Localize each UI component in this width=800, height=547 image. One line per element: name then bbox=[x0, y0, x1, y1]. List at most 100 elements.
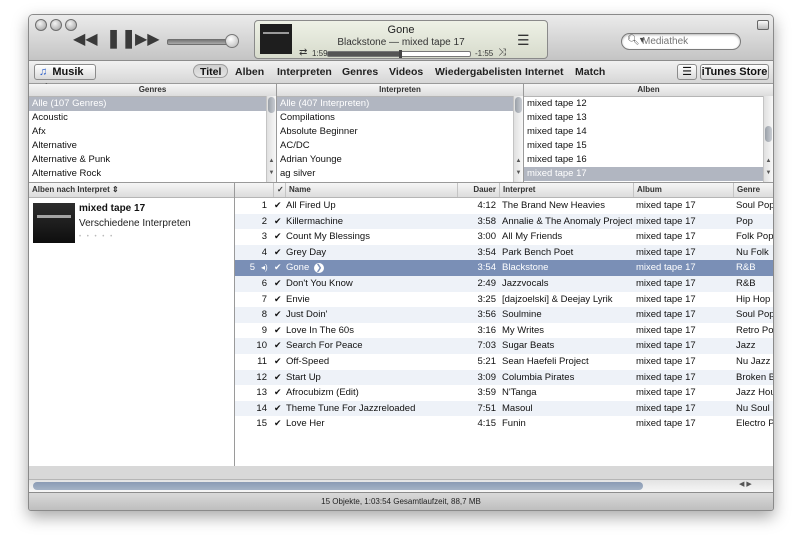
track-checkbox[interactable]: ✔ bbox=[274, 198, 284, 214]
column-header-check[interactable]: ✓ bbox=[273, 183, 285, 197]
scroll-down-arrow-icon[interactable]: ▼ bbox=[514, 170, 523, 176]
scroll-up-arrow-icon[interactable]: ▲ bbox=[267, 158, 276, 164]
table-row[interactable]: ✔ 15 Love Her 4:15 Funin mixed tape 17 Electro… bbox=[235, 416, 773, 432]
tab-interpreten[interactable]: Interpreten bbox=[277, 66, 332, 78]
table-row[interactable]: ✔ 12 Start Up 3:09 Columbia Pirates mixed tap… bbox=[235, 369, 773, 386]
column-header-album[interactable]: Album bbox=[633, 183, 733, 197]
track-checkbox[interactable]: ✔ bbox=[274, 338, 284, 354]
column-header-artist[interactable]: Interpret bbox=[499, 183, 633, 197]
next-track-icon[interactable]: ▶▶ bbox=[135, 32, 160, 48]
album-item[interactable]: mixed tape 12 bbox=[524, 97, 773, 111]
genres-scroll-thumb[interactable] bbox=[268, 97, 275, 113]
album-rating[interactable]: • • • • • bbox=[79, 234, 114, 240]
genre-item[interactable]: Alternative & Punk bbox=[29, 153, 276, 167]
source-selector[interactable]: ♫ Musik ⇕ bbox=[34, 64, 96, 91]
artists-scrollbar[interactable]: ▲ ▼ bbox=[513, 96, 523, 182]
album-item[interactable]: mixed tape 16 bbox=[524, 153, 773, 167]
column-header-genre[interactable]: Genre bbox=[733, 183, 773, 197]
table-row[interactable]: ✔ 8 Just Doin' 3:56 Soulmine mixed tape 17 Sou… bbox=[235, 307, 773, 323]
album-artwork[interactable] bbox=[33, 203, 75, 243]
shuffle-icon[interactable]: ⤨ bbox=[498, 47, 506, 58]
genre-item[interactable]: Afx bbox=[29, 125, 276, 139]
search-input[interactable] bbox=[642, 34, 734, 48]
fullscreen-toggle-icon[interactable] bbox=[757, 20, 769, 30]
pause-icon[interactable]: ❚❚ bbox=[106, 29, 136, 47]
scroll-down-arrow-icon[interactable]: ▼ bbox=[267, 170, 276, 176]
scroll-up-arrow-icon[interactable]: ▲ bbox=[764, 158, 773, 164]
artists-scroll-thumb[interactable] bbox=[515, 97, 522, 113]
track-checkbox[interactable]: ✔ bbox=[274, 229, 284, 245]
genre-item[interactable]: Alternative Rock bbox=[29, 167, 276, 181]
progress-knob[interactable] bbox=[399, 50, 403, 58]
tab-videos[interactable]: Videos bbox=[389, 66, 423, 78]
table-row[interactable]: ✔ 1 All Fired Up 4:12 The Brand New Heavies m… bbox=[235, 198, 773, 214]
album-item[interactable]: mixed tape 14 bbox=[524, 125, 773, 139]
volume-slider[interactable] bbox=[167, 39, 231, 45]
track-checkbox[interactable]: ✔ bbox=[274, 354, 284, 370]
column-header-duration[interactable]: Dauer bbox=[457, 183, 499, 197]
albums-by-artist-header[interactable]: Alben nach Interpret ⇕ bbox=[29, 183, 234, 198]
table-row[interactable]: ✔ 9 Love In The 60s 3:16 My Writes mixed tape… bbox=[235, 323, 773, 339]
up-next-list-icon[interactable]: ☰ bbox=[517, 32, 530, 49]
zoom-window-button[interactable] bbox=[65, 19, 77, 31]
table-row[interactable]: ✔ 11 Off-Speed 5:21 Sean Haefeli Project mixe… bbox=[235, 354, 773, 370]
table-row[interactable]: ✔ 13 Afrocubizm (Edit) 3:59 N'Tanga mixed tap… bbox=[235, 385, 773, 401]
track-checkbox[interactable]: ✔ bbox=[274, 214, 284, 230]
genres-scrollbar[interactable]: ▲ ▼ bbox=[266, 96, 276, 182]
genre-item[interactable]: Alternative bbox=[29, 139, 276, 153]
track-checkbox[interactable]: ✔ bbox=[274, 370, 284, 386]
track-checkbox[interactable]: ✔ bbox=[274, 260, 284, 276]
view-options-button[interactable]: ☰ bbox=[677, 64, 697, 80]
tab-genres[interactable]: Genres bbox=[342, 66, 378, 78]
table-row[interactable]: ✔ 3 Count My Blessings 3:00 All My Friends mi… bbox=[235, 229, 773, 245]
album-item[interactable]: mixed tape 13 bbox=[524, 111, 773, 125]
track-checkbox[interactable]: ✔ bbox=[274, 307, 284, 323]
horizontal-scroll-thumb[interactable] bbox=[33, 482, 643, 490]
track-checkbox[interactable]: ✔ bbox=[274, 385, 284, 401]
table-row[interactable]: ✔ 6 Don't You Know 2:49 Jazzvocals mixed tape… bbox=[235, 276, 773, 292]
column-header-name[interactable]: Name bbox=[285, 183, 457, 197]
tab-internet[interactable]: Internet bbox=[525, 66, 564, 78]
volume-slider-knob[interactable] bbox=[225, 34, 239, 48]
itunes-store-button[interactable]: iTunes Store bbox=[700, 64, 769, 80]
artist-item[interactable]: ag silver bbox=[277, 167, 523, 181]
artist-item[interactable]: AC/DC bbox=[277, 139, 523, 153]
table-row[interactable]: ✔ 14 Theme Tune For Jazzreloaded 7:51 Masoul… bbox=[235, 400, 773, 417]
table-row[interactable]: ✔ 2 Killermachine 3:58 Annalie & The Anomaly… bbox=[235, 213, 773, 230]
tab-titel[interactable]: Titel bbox=[193, 64, 229, 78]
scroll-down-arrow-icon[interactable]: ▼ bbox=[764, 170, 773, 176]
tab-wiedergabelisten[interactable]: Wiedergabelisten bbox=[435, 66, 522, 78]
track-checkbox[interactable]: ✔ bbox=[274, 276, 284, 292]
horizontal-scroll-arrows-icon[interactable]: ◀ ▶ bbox=[739, 480, 752, 488]
artist-item[interactable]: Alle (407 Interpreten) bbox=[277, 97, 523, 111]
table-row[interactable]: ✔ 4 Grey Day 3:54 Park Bench Poet mixed tape … bbox=[235, 244, 773, 261]
track-checkbox[interactable]: ✔ bbox=[274, 401, 284, 417]
artist-item[interactable]: Adrian Younge bbox=[277, 153, 523, 167]
repeat-icon[interactable]: ⇄ bbox=[299, 47, 307, 58]
track-artist: [dajzoelski] & Deejay Lyrik bbox=[502, 293, 613, 305]
tab-match[interactable]: Match bbox=[575, 66, 605, 78]
progress-bar[interactable] bbox=[327, 50, 471, 58]
search-field[interactable]: 🔍︎▾ bbox=[621, 33, 741, 50]
scroll-up-arrow-icon[interactable]: ▲ bbox=[514, 158, 523, 164]
genre-item[interactable]: Acoustic bbox=[29, 111, 276, 125]
track-checkbox[interactable]: ✔ bbox=[274, 292, 284, 308]
albums-scrollbar[interactable]: ▲ ▼ bbox=[763, 96, 773, 182]
track-checkbox[interactable]: ✔ bbox=[274, 416, 284, 432]
tab-alben[interactable]: Alben bbox=[235, 66, 264, 78]
artist-item[interactable]: Compilations bbox=[277, 111, 523, 125]
genre-item[interactable]: Alle (107 Genres) bbox=[29, 97, 276, 111]
table-row[interactable]: ✔ 7 Envie 3:25 [dajzoelski] & Deejay Lyrik mi… bbox=[235, 292, 773, 308]
table-row[interactable]: ✔ 10 Search For Peace 7:03 Sugar Beats mixed … bbox=[235, 338, 773, 354]
albums-scroll-thumb[interactable] bbox=[765, 126, 772, 142]
track-checkbox[interactable]: ✔ bbox=[274, 323, 284, 339]
previous-track-icon[interactable]: ◀◀ bbox=[73, 32, 98, 48]
horizontal-scrollbar[interactable]: ◀ ▶ bbox=[29, 479, 773, 492]
album-item[interactable]: mixed tape 17 bbox=[524, 167, 773, 181]
table-row[interactable]: ✔ ◂) 5 Gone 3:54 Blackstone mixed tape 17 R&B ❯ bbox=[235, 260, 773, 276]
minimize-window-button[interactable] bbox=[50, 19, 62, 31]
track-checkbox[interactable]: ✔ bbox=[274, 245, 284, 261]
artist-item[interactable]: Absolute Beginner bbox=[277, 125, 523, 139]
close-window-button[interactable] bbox=[35, 19, 47, 31]
album-item[interactable]: mixed tape 15 bbox=[524, 139, 773, 153]
